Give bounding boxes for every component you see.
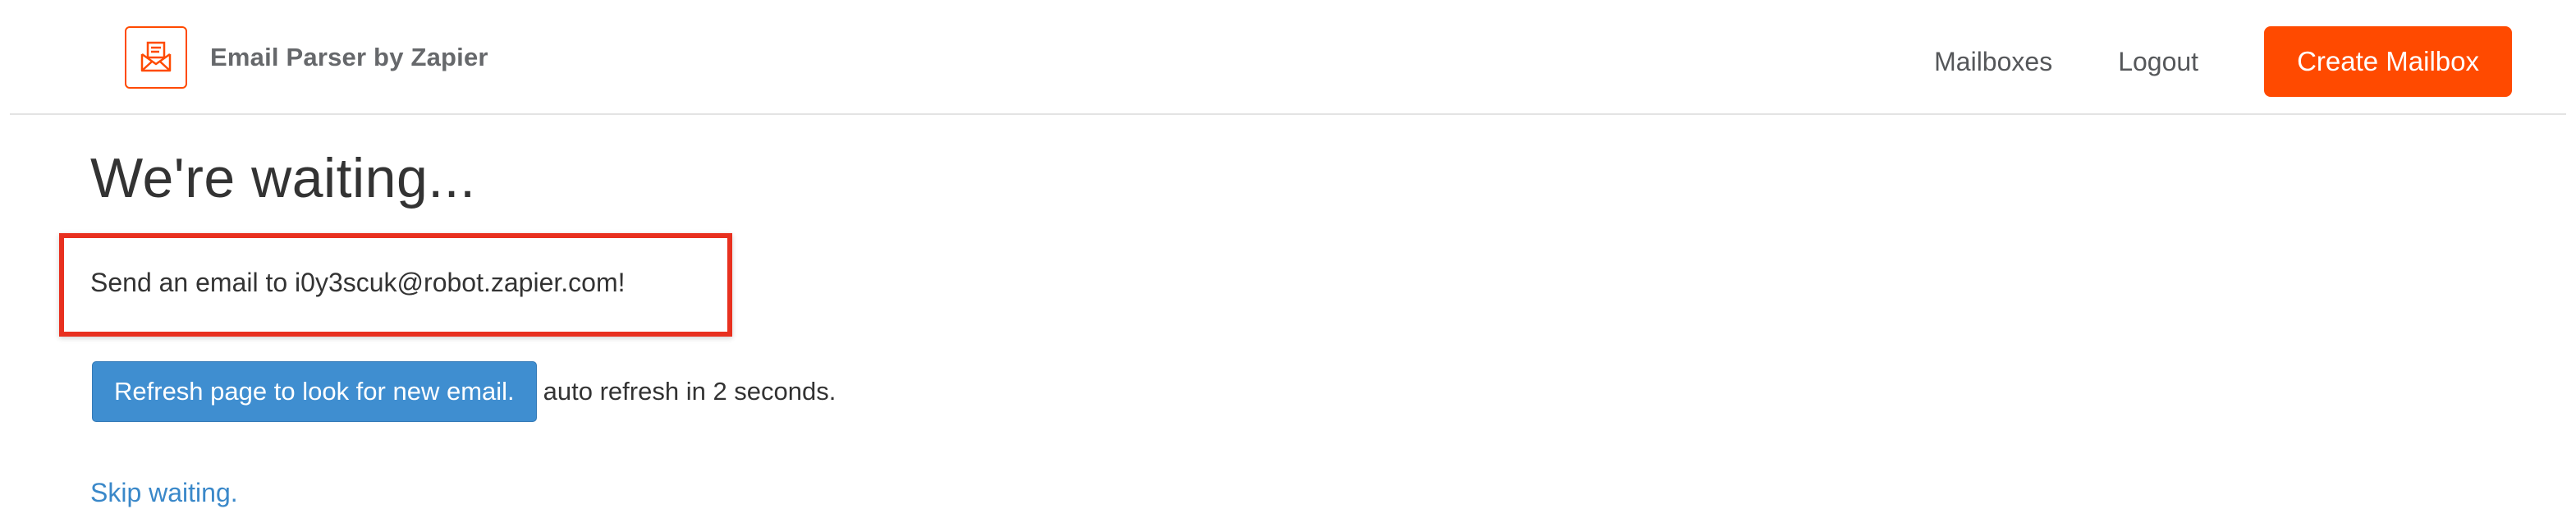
nav-link-mailboxes[interactable]: Mailboxes	[1934, 47, 2052, 77]
brand[interactable]: Email Parser by Zapier	[125, 26, 488, 89]
top-navbar: Email Parser by Zapier Mailboxes Logout …	[10, 0, 2566, 115]
refresh-row: Refresh page to look for new email. auto…	[92, 361, 836, 422]
create-mailbox-button[interactable]: Create Mailbox	[2264, 26, 2512, 97]
send-email-instruction: Send an email to i0y3scuk@robot.zapier.c…	[90, 268, 626, 297]
envelope-parser-icon[interactable]	[125, 26, 187, 89]
header-nav: Mailboxes Logout Create Mailbox	[1934, 26, 2512, 97]
page-title: We're waiting...	[90, 147, 476, 209]
skip-waiting-link[interactable]: Skip waiting.	[90, 478, 238, 508]
app-name[interactable]: Email Parser by Zapier	[210, 43, 488, 72]
page: Email Parser by Zapier Mailboxes Logout …	[0, 0, 2576, 532]
auto-refresh-status: auto refresh in 2 seconds.	[543, 377, 837, 406]
nav-link-logout[interactable]: Logout	[2118, 47, 2198, 77]
refresh-page-button[interactable]: Refresh page to look for new email.	[92, 361, 537, 422]
